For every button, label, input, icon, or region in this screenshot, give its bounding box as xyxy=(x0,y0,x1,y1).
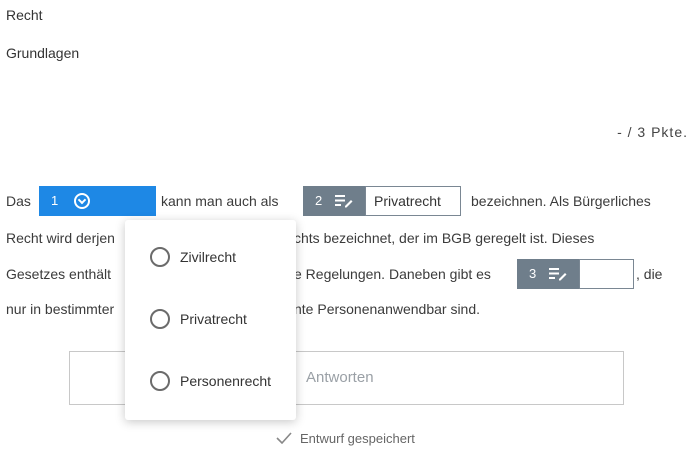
gap-1-dropdown[interactable]: 1 xyxy=(39,186,156,216)
text-segment: kann man auch als xyxy=(161,193,279,209)
chevron-down-circle-icon xyxy=(74,193,90,209)
gap-2-badge: 2 xyxy=(303,186,365,216)
option-label: Privatrecht xyxy=(180,311,247,327)
option-label: Zivilrecht xyxy=(180,249,237,265)
option-label: Personenrecht xyxy=(180,373,272,389)
answer-label: Antworten xyxy=(306,369,374,386)
edit-text-icon xyxy=(549,268,567,281)
gap-2-input[interactable]: Privatrecht xyxy=(365,186,461,216)
text-segment: Das xyxy=(6,193,31,209)
gap-3-input[interactable] xyxy=(579,259,634,289)
option-personenrecht[interactable]: Personenrecht xyxy=(125,361,296,401)
gap-1-options-menu: Zivilrecht Privatrecht Personenrecht xyxy=(125,220,296,420)
gap-2-number: 2 xyxy=(315,193,323,208)
text-segment: Recht wird derjen xyxy=(6,230,115,246)
text-segment: e Regelungen. Daneben gibt es xyxy=(294,266,491,282)
option-privatrecht[interactable]: Privatrecht xyxy=(125,299,296,339)
text-segment: nte Personenanwendbar sind. xyxy=(294,301,481,317)
subject-label: Recht xyxy=(6,7,43,23)
gap-1-number: 1 xyxy=(51,193,59,208)
radio-icon[interactable] xyxy=(150,309,170,329)
draft-saved-status: Entwurf gespeichert xyxy=(300,431,415,446)
points-label: - / 3 Pkte. xyxy=(617,124,688,140)
radio-icon[interactable] xyxy=(150,371,170,391)
gap-3-badge: 3 xyxy=(517,259,579,289)
gap-3-number: 3 xyxy=(529,266,537,281)
topic-label: Grundlagen xyxy=(6,45,80,61)
text-segment: , die xyxy=(636,266,663,282)
option-zivilrecht[interactable]: Zivilrecht xyxy=(125,237,296,277)
edit-text-icon xyxy=(335,195,353,208)
radio-icon[interactable] xyxy=(150,247,170,267)
text-segment: chts bezeichnet, der im BGB geregelt ist… xyxy=(294,230,595,246)
text-segment: bezeichnen. Als Bürgerliches xyxy=(471,193,651,209)
text-segment: nur in bestimmter xyxy=(6,301,115,317)
text-segment: Gesetzes enthält xyxy=(6,266,112,282)
checkmark-icon xyxy=(276,432,292,444)
